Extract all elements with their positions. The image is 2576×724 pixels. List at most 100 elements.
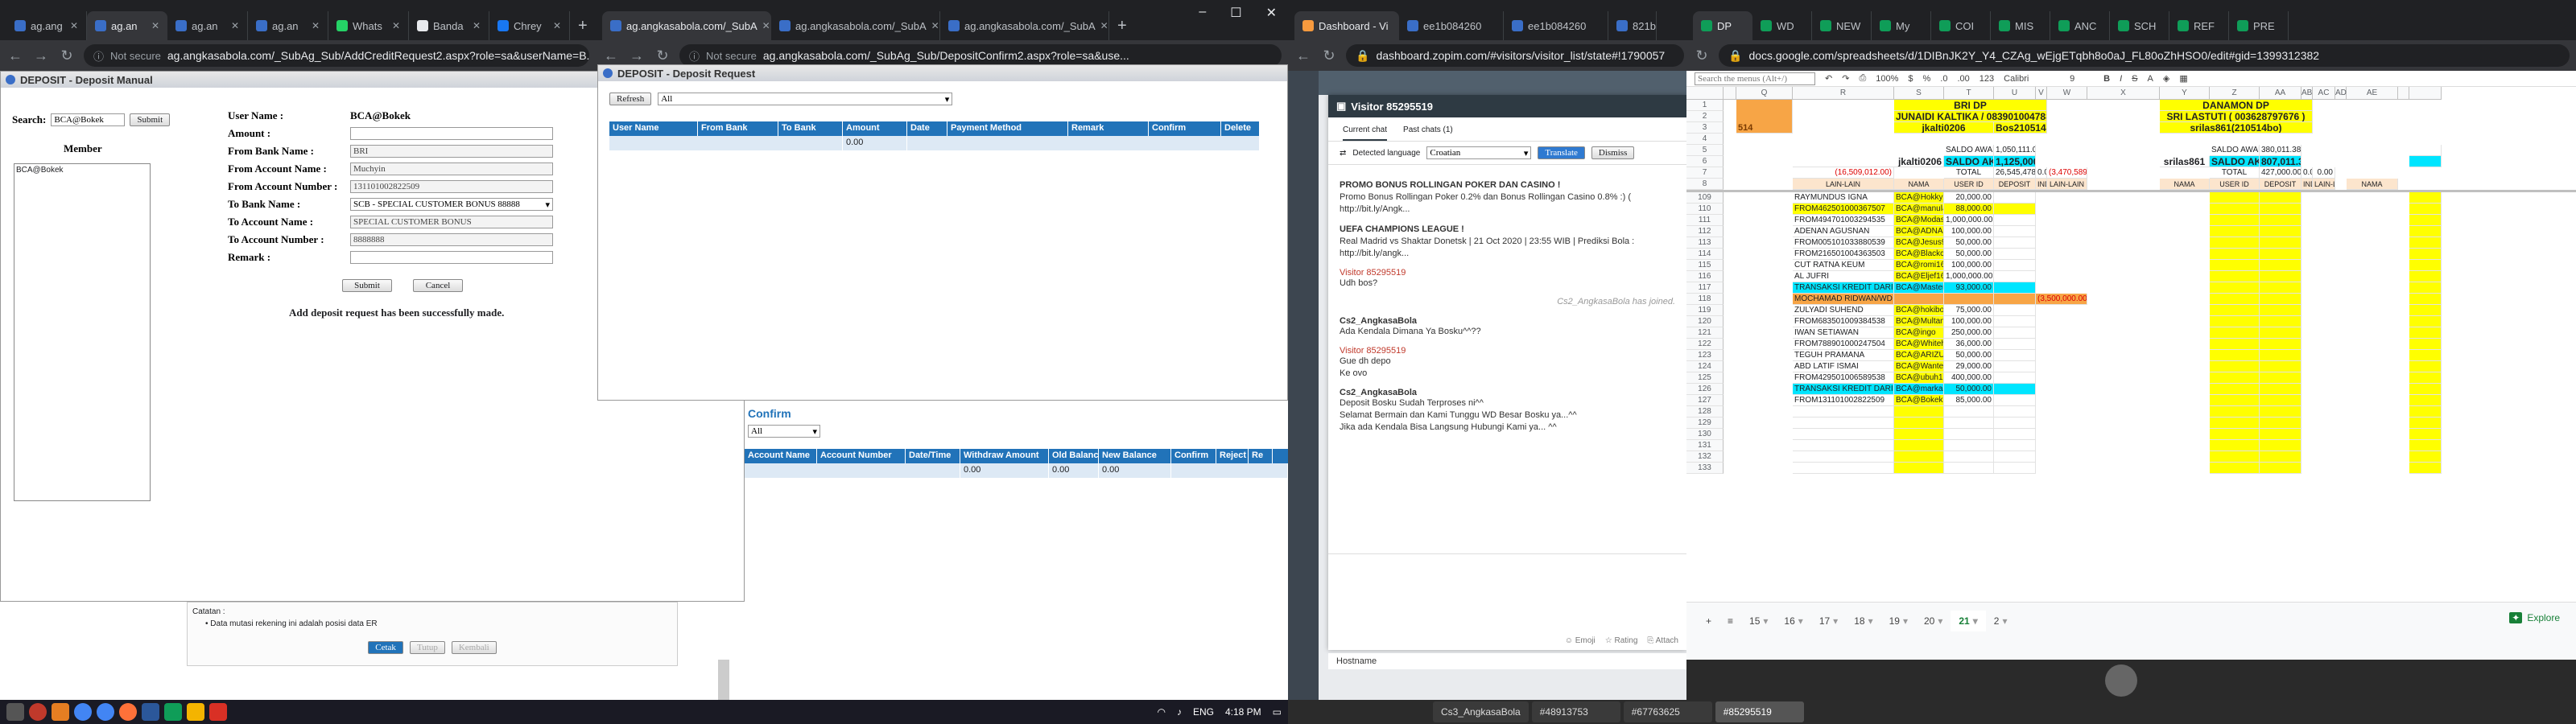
sheet-cell[interactable]: 93,000.00 [1944, 282, 1994, 294]
sheet-cell[interactable] [2210, 294, 2260, 305]
sheet-cell[interactable]: 1,125,000 [1994, 156, 2036, 167]
sheet-cell[interactable]: ABD LATIF ISMAI [1793, 361, 1894, 372]
row-number[interactable]: 116 [1686, 271, 1724, 282]
sheet-cell[interactable]: 400,000.00 [1944, 372, 1994, 384]
attach-button[interactable]: ⎘ Attach [1647, 636, 1678, 645]
sheet-cell[interactable]: RAYMUNDUS IGNA [1793, 192, 1894, 204]
browser-tab[interactable]: ag.angkasabola.com/_SubA ✕ [940, 11, 1109, 40]
sheet-cell[interactable] [1994, 339, 2036, 350]
withdraw-filter-select[interactable]: All ▾ [748, 425, 820, 438]
sheet-cell[interactable] [2260, 440, 2301, 451]
font-select[interactable]: Calibri [2004, 74, 2060, 84]
new-tab-icon[interactable]: + [570, 11, 596, 40]
sheet-cell[interactable] [2210, 192, 2260, 204]
word-icon[interactable] [142, 703, 159, 721]
browser-tab[interactable]: WD [1752, 11, 1812, 40]
browser-tab[interactable]: ee1b084260 [1399, 11, 1504, 40]
sheet-cell[interactable] [2409, 361, 2442, 372]
back-icon[interactable]: ← [602, 47, 620, 64]
sheet-cell[interactable]: 1,000,000.00 [1944, 271, 1994, 282]
field-input[interactable] [350, 127, 553, 140]
sheet-cell[interactable] [2210, 215, 2260, 226]
sheet-cell[interactable] [2210, 327, 2260, 339]
sheet-cell[interactable]: 100,000.00 [1944, 260, 1994, 271]
sheet-cell[interactable]: LAIN-LAIN [2313, 179, 2335, 190]
sheet-cell[interactable] [2210, 305, 2260, 316]
percent-button[interactable]: % [1923, 74, 1931, 84]
back-icon[interactable]: ← [1294, 47, 1312, 64]
column-header[interactable]: AE [2347, 87, 2398, 100]
dismiss-button[interactable]: Dismiss [1591, 146, 1635, 159]
sheet-cell[interactable] [1894, 418, 1944, 429]
sheet-cell[interactable]: BCA@Master77 [1894, 282, 1944, 294]
sheet-cell[interactable]: LAIN-LAIN [2047, 179, 2087, 190]
sheet-cell[interactable]: srilas861(210514bo) [2160, 122, 2313, 134]
spreadsheet-grid[interactable]: Q R S T U V W X Y Z AA AB AC AD AE 1 2 3 4 5 6 7 8 514 BRI DP JUN… [1686, 87, 2576, 602]
row-number[interactable]: 129 [1686, 418, 1724, 429]
close-icon[interactable]: ✕ [1266, 5, 1277, 21]
chat-tab-visitor-active[interactable]: #85295519 [1715, 701, 1804, 722]
sheet-cell[interactable] [2210, 271, 2260, 282]
row-number[interactable]: 1 [1686, 100, 1724, 111]
sheet-cell[interactable]: BCA@ADNAN [1894, 226, 1944, 237]
left-url-field[interactable]: ⓘ Not secure ag.angkasabola.com/_SubAg_S… [84, 44, 589, 67]
sheet-cell[interactable] [2409, 327, 2442, 339]
chrome-icon[interactable] [97, 703, 114, 721]
volume-icon[interactable]: ♪ [1177, 706, 1182, 718]
all-sheets-icon[interactable]: ≡ [1719, 611, 1741, 631]
sheet-cell[interactable] [2260, 350, 2301, 361]
sheet-cell[interactable] [2409, 372, 2442, 384]
column-header[interactable]: W [2047, 87, 2087, 100]
sheet-cell[interactable]: MOCHAMAD RIDWAN/WD [1793, 294, 1894, 305]
sheet-cell[interactable] [2210, 372, 2260, 384]
sheet-cell[interactable] [2409, 451, 2442, 463]
zoom-select[interactable]: 100% [1876, 74, 1898, 84]
reload-icon[interactable]: ↻ [58, 47, 76, 64]
sheet-cell[interactable] [2210, 406, 2260, 418]
sheet-cell[interactable] [2260, 305, 2301, 316]
sheet-cell[interactable] [1994, 316, 2036, 327]
sheet-cell[interactable] [2260, 226, 2301, 237]
search-submit-button[interactable]: Submit [130, 113, 171, 126]
column-header[interactable]: AB [2301, 87, 2313, 100]
deposit-filter-select[interactable]: All ▾ [658, 93, 953, 105]
row-number[interactable]: 124 [1686, 361, 1724, 372]
font-size-select[interactable]: 9 [2070, 74, 2094, 84]
sheet-cell[interactable]: TRANSAKSI KREDIT DARI [1793, 282, 1894, 294]
sheet-cell[interactable] [1994, 215, 2036, 226]
language-indicator[interactable]: ENG [1193, 706, 1214, 718]
sheet-cell[interactable] [1994, 237, 2036, 249]
sheet-cell[interactable]: BCA@Whitehorse [1894, 339, 1944, 350]
sheet-cell[interactable]: jkalti0206 [1894, 122, 1994, 134]
sheet-cell[interactable]: TRANSAKSI KREDIT DARI [1793, 384, 1894, 395]
sheet-cell[interactable]: ADENAN AGUSNAN [1793, 226, 1894, 237]
row-number[interactable]: 5 [1686, 145, 1724, 156]
sheet-cell[interactable]: 36,000.00 [1944, 339, 1994, 350]
sheet-cell[interactable]: SALDO AKHIR [2210, 156, 2260, 167]
sheet-cell[interactable] [2210, 316, 2260, 327]
sheet-cell[interactable] [1994, 305, 2036, 316]
sheet-cell[interactable] [2260, 260, 2301, 271]
sheet-cell[interactable]: FROM131101002822509 [1793, 395, 1894, 406]
sheet-cell[interactable] [2260, 237, 2301, 249]
browser-tab[interactable]: 821b [1608, 11, 1657, 40]
row-number[interactable]: 123 [1686, 350, 1724, 361]
sheet-cell[interactable] [1994, 327, 2036, 339]
sheet-cell[interactable]: BRI DP [1894, 100, 2047, 111]
browser-tab[interactable]: MIS [1991, 11, 2050, 40]
sheet-cell[interactable] [2210, 249, 2260, 260]
browser-tab[interactable]: COI [1931, 11, 1991, 40]
browser-tab[interactable]: PRE [2229, 11, 2289, 40]
firefox-icon[interactable] [119, 703, 137, 721]
sheet-cell[interactable] [1994, 361, 2036, 372]
sheet-cell[interactable]: FROM494701003294535 [1793, 215, 1894, 226]
back-button[interactable]: Kembali [451, 641, 497, 654]
sheet-cell[interactable]: 20,000.00 [1944, 192, 1994, 204]
sheet-cell[interactable] [1793, 429, 1894, 440]
sheet-cell[interactable]: (3,500,000.00) [2036, 294, 2087, 305]
sheet-cell[interactable] [1894, 429, 1944, 440]
sheet-cell[interactable]: SRI LASTUTI ( 003628797676 ) [2160, 111, 2313, 122]
sheet-cell[interactable]: BCA@Modas [1894, 215, 1944, 226]
sheet-cell[interactable]: BCA@ARIZUELLA [1894, 350, 1944, 361]
sheet-cell[interactable]: 29,000.00 [1944, 361, 1994, 372]
